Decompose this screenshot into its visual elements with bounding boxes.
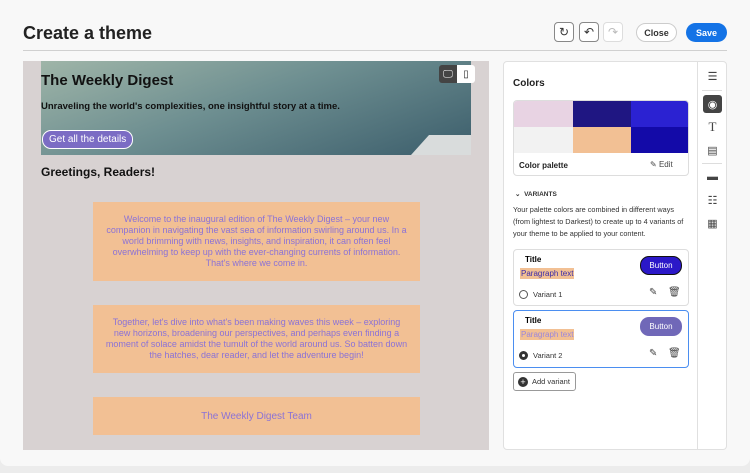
variant-paragraph: Paragraph text [520, 329, 575, 340]
variants-toggle[interactable]: ⌄ VARIANTS [515, 190, 557, 198]
add-variant-button[interactable]: + Add variant [513, 372, 576, 391]
variant-title: Title [525, 316, 542, 325]
redo-icon: ↷ [607, 25, 619, 39]
hero-banner: The Weekly Digest Unraveling the world's… [41, 61, 471, 155]
building-image [411, 135, 471, 155]
edit-label: Edit [658, 160, 673, 169]
spacing-icon[interactable]: ▤ [703, 141, 722, 159]
greeting: Greetings, Readers! [41, 165, 156, 179]
save-button[interactable]: Save [686, 23, 727, 42]
undo-icon: ↶ [583, 25, 595, 39]
theme-editor: Create a theme ↻ ↶ ↷ Close Save The Week… [0, 0, 750, 466]
edit-palette-button[interactable]: ✎ Edit [650, 160, 673, 169]
variant-title: Title [525, 255, 542, 264]
email-heading: The Weekly Digest [41, 72, 174, 89]
pencil-icon[interactable]: ✎ [649, 348, 657, 359]
email-preview: The Weekly Digest Unraveling the world's… [23, 61, 489, 450]
pencil-icon[interactable]: ✎ [649, 287, 657, 298]
email-subheading: Unraveling the world's complexities, one… [41, 101, 340, 112]
variant-name: Variant 2 [533, 351, 563, 360]
swatch [572, 101, 632, 127]
swatch [631, 101, 688, 127]
variants-header: VARIANTS [524, 191, 557, 198]
typography-icon[interactable]: T [703, 118, 722, 136]
text-block: Together, let's dive into what's been ma… [93, 305, 420, 373]
swatch [514, 127, 573, 153]
variant-card-2[interactable]: Title Paragraph text Button Variant 2 ✎ … [513, 310, 689, 368]
swatch [514, 101, 573, 127]
add-variant-label: Add variant [532, 377, 570, 386]
color-palette[interactable]: Color palette ✎ Edit [513, 100, 689, 176]
variant-button: Button [640, 256, 682, 275]
redo-button[interactable]: ↷ [603, 22, 623, 42]
palette-icon[interactable]: ◉ [703, 95, 722, 113]
palette-label: Color palette [519, 161, 568, 170]
variant-radio[interactable] [519, 290, 528, 299]
swatch [572, 127, 632, 153]
settings-sliders-icon[interactable]: ☰ [703, 67, 722, 85]
grid-icon[interactable]: ▦ [703, 214, 722, 232]
reset-icon: ↻ [558, 25, 570, 39]
header-divider [23, 50, 727, 51]
close-button[interactable]: Close [636, 23, 677, 42]
mobile-icon[interactable]: ▯ [457, 65, 475, 83]
tool-rail: ☰ ◉ T ▤ ▬ ☷ ▦ [698, 61, 727, 450]
device-toggle: 🖵 ▯ [439, 65, 475, 83]
divider-icon[interactable]: ☷ [703, 191, 722, 209]
page-title: Create a theme [23, 23, 153, 43]
variant-name: Variant 1 [533, 290, 563, 299]
reset-button[interactable]: ↻ [554, 22, 574, 42]
text-block: Welcome to the inaugural edition of The … [93, 202, 420, 281]
panel-title: Colors [513, 78, 545, 89]
plus-circle-icon: + [518, 376, 528, 387]
chevron-down-icon: ⌄ [515, 191, 525, 198]
signature-block: The Weekly Digest Team [93, 397, 420, 435]
button-style-icon[interactable]: ▬ [703, 168, 722, 186]
variant-radio-selected[interactable] [519, 351, 528, 360]
desktop-icon[interactable]: 🖵 [439, 65, 457, 83]
undo-button[interactable]: ↶ [579, 22, 599, 42]
variants-description: Your palette colors are combined in diff… [513, 205, 684, 238]
cta-button[interactable]: Get all the details [42, 130, 134, 149]
pencil-icon: ✎ [650, 160, 659, 169]
variant-button: Button [640, 317, 682, 336]
trash-icon[interactable]: 🗑 [668, 287, 681, 298]
trash-icon[interactable]: 🗑 [668, 348, 681, 359]
variant-paragraph: Paragraph text [520, 268, 575, 279]
colors-panel: Colors Color palette ✎ Edit ⌄ VARIANTS Y… [503, 61, 698, 450]
swatch [631, 127, 688, 153]
variant-card-1[interactable]: Title Paragraph text Button Variant 1 ✎ … [513, 249, 689, 306]
